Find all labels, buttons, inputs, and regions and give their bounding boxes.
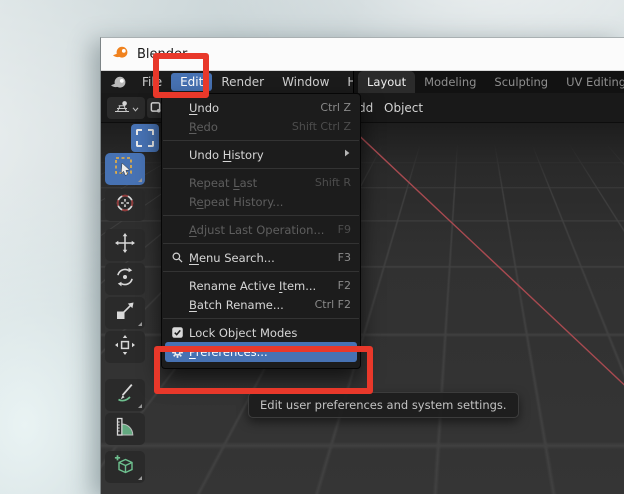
tooltip-text: Edit user preferences and system setting… xyxy=(260,398,507,412)
transform-icon xyxy=(113,333,137,361)
editor-type-button[interactable] xyxy=(107,97,145,119)
subtool-corner-indicator xyxy=(138,476,142,480)
tooltip: Edit user preferences and system setting… xyxy=(248,392,519,418)
menu-item-redo[interactable]: RedoShift Ctrl Z xyxy=(165,117,357,136)
menu-item-shortcut: Shift R xyxy=(315,176,351,189)
tab-layout[interactable]: Layout xyxy=(358,71,415,93)
menu-item-shortcut: F9 xyxy=(338,223,351,236)
viewport-editor-icon xyxy=(114,100,130,116)
tab-sculpting[interactable]: Sculpting xyxy=(485,71,557,93)
menu-item-adjust-last-operation[interactable]: Adjust Last Operation...F9 xyxy=(165,220,357,239)
object-mode-icon xyxy=(150,101,161,116)
add-cube-icon xyxy=(113,453,137,481)
tool-rotate-button[interactable] xyxy=(105,263,145,295)
checkbox-checked-icon xyxy=(165,326,189,339)
submenu-arrow-icon xyxy=(343,148,351,161)
menu-separator xyxy=(163,215,359,216)
tab-modeling[interactable]: Modeling xyxy=(415,71,485,93)
menu-item-lock-object-modes[interactable]: Lock Object Modes xyxy=(165,323,357,342)
search-icon xyxy=(165,251,189,264)
menubar-item-render[interactable]: Render xyxy=(212,73,273,91)
menu-item-label: Rename Active Item... xyxy=(189,279,338,293)
annotation-rect-edit xyxy=(153,53,209,98)
menu-item-shortcut: F2 xyxy=(338,279,351,292)
menu-separator xyxy=(163,318,359,319)
scale-icon xyxy=(113,299,137,327)
menu-item-undo[interactable]: UndoCtrl Z xyxy=(165,98,357,117)
tool-annotate-button[interactable] xyxy=(105,379,145,411)
menu-separator xyxy=(163,271,359,272)
menu-item-menu-search[interactable]: Menu Search...F3 xyxy=(165,248,357,267)
menu-item-batch-rename[interactable]: Batch Rename...Ctrl F2 xyxy=(165,295,357,314)
menu-item-repeat-last[interactable]: Repeat LastShift R xyxy=(165,173,357,192)
menu-item-shortcut: Shift Ctrl Z xyxy=(292,120,351,133)
menu-item-shortcut: Ctrl F2 xyxy=(315,298,351,311)
cursor-icon xyxy=(113,191,137,219)
move-icon xyxy=(113,231,137,259)
chevron-down-icon xyxy=(132,101,139,115)
measure-icon xyxy=(113,415,137,443)
tool-measure-button[interactable] xyxy=(105,413,145,445)
menu-item-label: Adjust Last Operation... xyxy=(189,223,338,237)
menu-separator xyxy=(163,168,359,169)
menu-item-label: Batch Rename... xyxy=(189,298,315,312)
menu-item-label: Undo History xyxy=(189,148,343,162)
annotate-icon xyxy=(113,381,137,409)
tool-select-box-button[interactable] xyxy=(105,153,145,185)
tool-transform-button[interactable] xyxy=(105,331,145,363)
blender-logo-icon xyxy=(112,45,129,64)
subtool-corner-indicator xyxy=(138,322,142,326)
menubar-item-window[interactable]: Window xyxy=(273,73,338,91)
menu-item-label: Menu Search... xyxy=(189,251,338,265)
blender-menu-icon[interactable] xyxy=(108,75,133,90)
menu-item-label: Repeat History... xyxy=(189,195,351,209)
select-box-icon xyxy=(113,155,137,183)
desktop: Blender FileEditRenderWindowHelp LayoutM… xyxy=(0,0,624,494)
menu-item-shortcut: Ctrl Z xyxy=(320,101,351,114)
menu-separator xyxy=(163,140,359,141)
tool-add-cube-button[interactable] xyxy=(105,451,145,483)
tool-cursor-button[interactable] xyxy=(105,189,145,221)
menu-item-repeat-history[interactable]: Repeat History... xyxy=(165,192,357,211)
edit-dropdown-menu: UndoCtrl ZRedoShift Ctrl ZUndo HistoryRe… xyxy=(161,93,361,369)
active-tool-select-box-icon[interactable] xyxy=(131,124,159,152)
viewport-menu-object[interactable]: Object xyxy=(384,93,423,123)
tool-scale-button[interactable] xyxy=(105,297,145,329)
menu-item-shortcut: F3 xyxy=(338,251,351,264)
menu-item-label: Lock Object Modes xyxy=(189,326,351,340)
menu-item-label: Redo xyxy=(189,120,292,134)
menu-item-label: Repeat Last xyxy=(189,176,315,190)
subtool-corner-indicator xyxy=(138,404,142,408)
annotation-rect-preferences xyxy=(154,346,373,394)
menu-item-label: Undo xyxy=(189,101,320,115)
workspace-tabs: LayoutModelingSculptingUV Editing xyxy=(353,71,624,93)
tool-move-button[interactable] xyxy=(105,229,145,261)
menu-item-rename-active-item[interactable]: Rename Active Item...F2 xyxy=(165,276,357,295)
menu-separator xyxy=(163,243,359,244)
menu-item-undo-history[interactable]: Undo History xyxy=(165,145,357,164)
blender-window: Blender FileEditRenderWindowHelp LayoutM… xyxy=(100,37,624,494)
subtool-corner-indicator xyxy=(138,178,142,182)
rotate-icon xyxy=(113,265,137,293)
tab-uv-editing[interactable]: UV Editing xyxy=(557,71,624,93)
